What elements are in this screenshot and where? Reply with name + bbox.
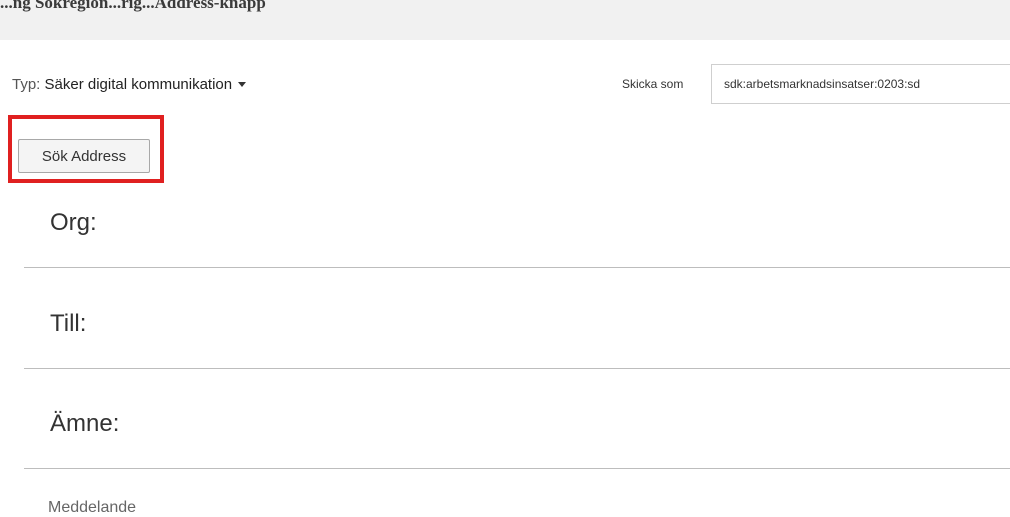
type-prefix: Typ: bbox=[12, 76, 41, 93]
send-as-input[interactable] bbox=[711, 64, 1010, 104]
type-selector[interactable]: Typ: Säker digital kommunikation bbox=[12, 76, 247, 93]
search-address-button[interactable]: Sök Address bbox=[18, 139, 150, 173]
divider bbox=[24, 368, 1010, 369]
divider bbox=[24, 267, 1010, 268]
compose-page: ...ng Sokregion...rig...Address-knapp Ty… bbox=[0, 0, 1010, 517]
org-field[interactable]: Org: bbox=[50, 209, 97, 237]
till-field[interactable]: Till: bbox=[50, 310, 86, 338]
top-strip: ...ng Sokregion...rig...Address-knapp bbox=[0, 0, 1010, 40]
amne-field[interactable]: Ämne: bbox=[50, 410, 119, 438]
send-as-label: Skicka som bbox=[622, 77, 684, 91]
message-field-label: Meddelande bbox=[48, 499, 137, 516]
divider bbox=[24, 468, 1010, 469]
chevron-down-icon bbox=[238, 81, 247, 87]
top-strip-text: ...ng Sokregion...rig...Address-knapp bbox=[0, 0, 266, 12]
type-value: Säker digital kommunikation bbox=[44, 76, 233, 93]
